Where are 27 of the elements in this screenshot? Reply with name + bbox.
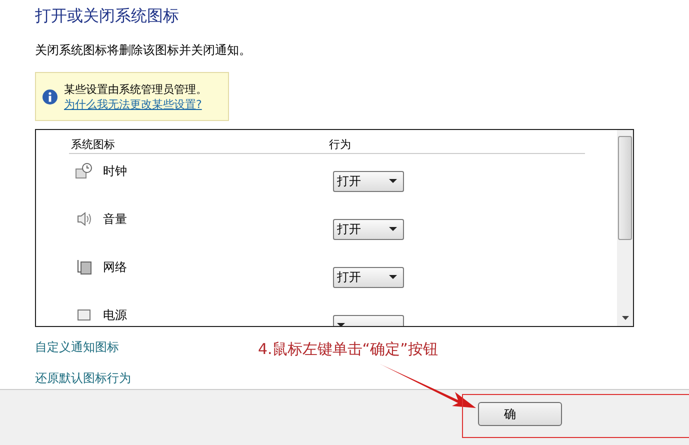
network-icon <box>75 258 93 276</box>
annotation-text: 4.鼠标左键单击“确定”按钮 <box>258 340 438 359</box>
notice-text: 某些设置由系统管理员管理。 <box>64 82 207 96</box>
column-header: 系统图标 <box>70 137 116 152</box>
column-header: 行为 <box>329 137 352 152</box>
scroll-thumb[interactable] <box>618 136 632 240</box>
caret-icon <box>389 275 397 279</box>
caret-icon <box>389 179 397 183</box>
speaker-icon <box>75 210 93 228</box>
customize-link[interactable]: 自定义通知图标 <box>35 339 119 356</box>
why-link[interactable]: 为什么我无法更改某些设置? <box>64 96 207 112</box>
scroll-down-icon[interactable] <box>622 316 628 320</box>
scrollbar[interactable] <box>617 130 633 326</box>
caret-icon <box>389 227 397 231</box>
behavior-dropdown[interactable]: 打开 <box>333 170 404 192</box>
behavior-dropdown[interactable]: 打开 <box>333 266 404 288</box>
info-icon <box>42 88 58 104</box>
icon-name: 音量 <box>103 210 127 228</box>
restore-link[interactable]: 还原默认图标行为 <box>35 370 131 387</box>
icon-name: 网络 <box>103 258 127 276</box>
clock-icon <box>75 162 93 180</box>
behavior-dropdown[interactable]: 打开 <box>333 218 404 240</box>
ok-button[interactable]: 确 <box>478 402 562 426</box>
page-title: 打开或关闭系统图标 <box>35 6 180 27</box>
description-text: 关闭系统图标将删除该图标并关闭通知。 <box>35 42 252 59</box>
icon-name: 时钟 <box>103 162 127 180</box>
icon-name: 电源 <box>103 306 127 324</box>
